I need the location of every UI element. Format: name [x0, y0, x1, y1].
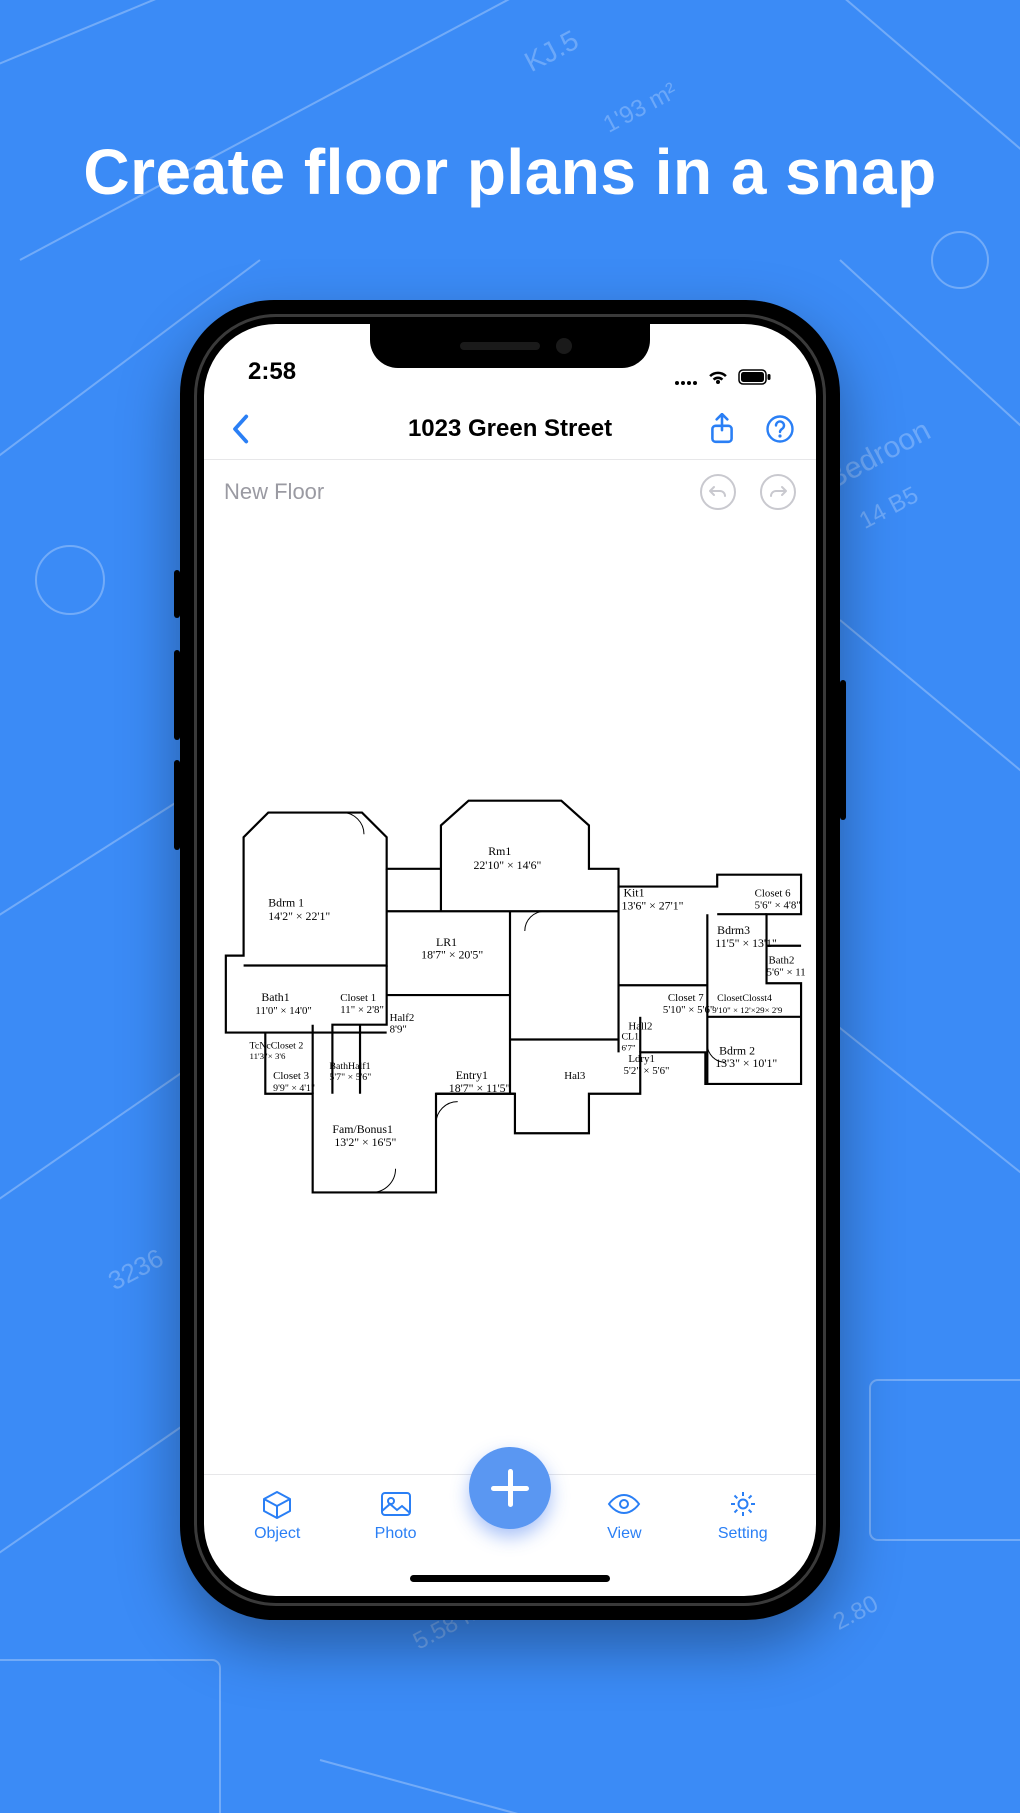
phone-notch: [370, 324, 650, 368]
svg-text:9'9" × 4'1": 9'9" × 4'1": [273, 1083, 315, 1094]
floorplan-drawing: Bdrm 1 14'2" × 22'1" Rm1 22'10" × 14'6" …: [214, 795, 806, 1210]
svg-text:6'7": 6'7": [621, 1042, 635, 1052]
tab-object-label: Object: [254, 1525, 300, 1543]
svg-text:5'6" × 11': 5'6" × 11': [767, 966, 806, 978]
wifi-icon: [706, 368, 730, 386]
svg-text:Hal3: Hal3: [564, 1070, 585, 1082]
svg-text:11'0" × 14'0": 11'0" × 14'0": [255, 1005, 311, 1017]
home-indicator[interactable]: [410, 1575, 610, 1582]
tab-setting[interactable]: Setting: [698, 1489, 788, 1543]
tab-object[interactable]: Object: [232, 1489, 322, 1543]
svg-text:8'9": 8'9": [390, 1024, 407, 1036]
svg-text:18'7" × 11'5": 18'7" × 11'5": [449, 1081, 511, 1095]
svg-text:Rm1: Rm1: [488, 844, 511, 858]
object-icon: [260, 1489, 294, 1519]
tab-view-label: View: [607, 1525, 641, 1543]
svg-text:Closet 1: Closet 1: [340, 992, 376, 1004]
undo-icon: [708, 484, 728, 500]
svg-text:13'3" × 10'1": 13'3" × 10'1": [715, 1056, 777, 1070]
help-button[interactable]: [762, 411, 798, 447]
svg-text:ClosetClosst4: ClosetClosst4: [717, 993, 772, 1004]
svg-text:Bdrm 1: Bdrm 1: [268, 895, 304, 909]
tab-setting-label: Setting: [718, 1525, 768, 1543]
svg-text:Half2: Half2: [390, 1012, 415, 1024]
floorplan-canvas[interactable]: Bdrm 1 14'2" × 22'1" Rm1 22'10" × 14'6" …: [204, 520, 816, 1476]
floor-label[interactable]: New Floor: [224, 479, 324, 505]
svg-text:CL1: CL1: [621, 1032, 639, 1043]
svg-text:9'10" × 12'×29× 2'9: 9'10" × 12'×29× 2'9: [712, 1005, 783, 1015]
photo-icon: [379, 1489, 413, 1519]
phone-power-button: [840, 680, 846, 820]
back-button[interactable]: [222, 411, 258, 447]
svg-text:11'5" × 13'1": 11'5" × 13'1": [715, 936, 777, 950]
svg-text:14'2" × 22'1": 14'2" × 22'1": [268, 909, 330, 923]
svg-text:2.80: 2.80: [829, 1590, 883, 1636]
phone-volume-down: [174, 760, 180, 850]
redo-button[interactable]: [760, 474, 796, 510]
view-icon: [607, 1489, 641, 1519]
svg-text:KJ.5: KJ.5: [519, 24, 583, 78]
svg-text:1'93 m²: 1'93 m²: [599, 77, 682, 138]
svg-text:13'2" × 16'5": 13'2" × 16'5": [334, 1135, 396, 1149]
svg-text:Bath1: Bath1: [261, 990, 289, 1004]
svg-text:5'6" × 4'8": 5'6" × 4'8": [755, 899, 801, 911]
undo-button[interactable]: [700, 474, 736, 510]
svg-text:Closet 3: Closet 3: [273, 1070, 309, 1082]
navbar: 1023 Green Street: [204, 398, 816, 460]
svg-text:13'6" × 27'1": 13'6" × 27'1": [621, 898, 683, 912]
share-icon: [709, 413, 735, 445]
phone-screen: 2:58: [204, 324, 816, 1596]
phone-mockup: 2:58: [180, 300, 840, 1620]
svg-text:3236: 3236: [103, 1242, 168, 1296]
svg-text:Ldry1: Ldry1: [628, 1053, 655, 1065]
battery-icon: [738, 368, 772, 386]
promo-headline: Create floor plans in a snap: [0, 135, 1020, 209]
chevron-left-icon: [229, 414, 251, 444]
svg-text:Closet 7: Closet 7: [668, 992, 704, 1004]
tab-view[interactable]: View: [579, 1489, 669, 1543]
svg-text:22'10" × 14'6": 22'10" × 14'6": [473, 858, 541, 872]
signal-icon: [674, 368, 698, 386]
svg-text:TcNcCloset 2: TcNcCloset 2: [250, 1040, 304, 1051]
status-time: 2:58: [248, 358, 296, 386]
svg-text:Bath2: Bath2: [769, 955, 795, 967]
share-button[interactable]: [704, 411, 740, 447]
phone-mute-switch: [174, 570, 180, 618]
tab-photo[interactable]: Photo: [351, 1489, 441, 1543]
svg-text:5'10" × 5'6": 5'10" × 5'6": [663, 1004, 714, 1016]
svg-text:11'3"× 3'6: 11'3"× 3'6: [250, 1051, 286, 1061]
question-icon: [765, 414, 795, 444]
svg-text:Closet 6: Closet 6: [755, 887, 791, 899]
tab-photo-label: Photo: [375, 1525, 417, 1543]
svg-text:11" × 2'8": 11" × 2'8": [340, 1004, 384, 1016]
add-button[interactable]: [469, 1447, 551, 1529]
subbar: New Floor: [204, 464, 816, 520]
svg-text:14 B5: 14 B5: [855, 481, 923, 534]
svg-text:5'7" × 5'6": 5'7" × 5'6": [329, 1072, 371, 1083]
svg-text:18'7" × 20'5": 18'7" × 20'5": [421, 948, 483, 962]
svg-text:5'2" × 5'6": 5'2" × 5'6": [623, 1065, 669, 1077]
redo-icon: [768, 484, 788, 500]
setting-icon: [726, 1489, 760, 1519]
nav-title: 1023 Green Street: [408, 415, 612, 443]
svg-text:BathHalf1: BathHalf1: [329, 1061, 370, 1072]
phone-volume-up: [174, 650, 180, 740]
